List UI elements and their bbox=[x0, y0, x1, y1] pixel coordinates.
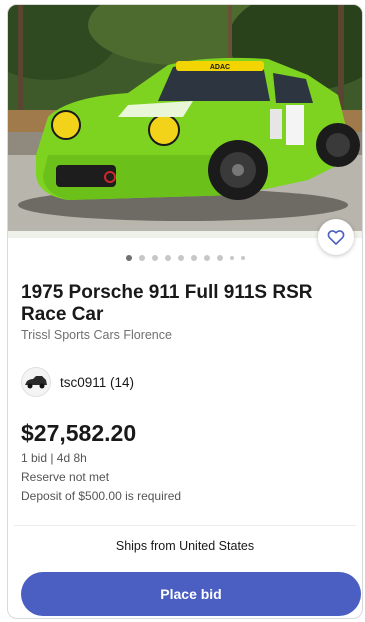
favorite-button[interactable] bbox=[318, 219, 354, 255]
image-dot[interactable] bbox=[164, 255, 171, 261]
seller-username[interactable]: tsc0911 (14) bbox=[60, 375, 134, 390]
reserve-status: Reserve not met bbox=[21, 470, 110, 484]
seller-avatar[interactable] bbox=[21, 367, 51, 397]
car-photo: ADAC bbox=[8, 5, 362, 238]
listing-card[interactable]: ADAC 1975 Porsche 911 Full 911S RSR Race… bbox=[7, 4, 363, 619]
image-dot[interactable] bbox=[138, 255, 145, 261]
store-name[interactable]: Trissl Sports Cars Florence bbox=[21, 328, 172, 342]
shipping-origin: Ships from United States bbox=[14, 525, 356, 566]
current-price: $27,582.20 bbox=[21, 420, 137, 446]
listing-photo[interactable]: ADAC bbox=[8, 5, 362, 238]
place-bid-button[interactable]: Place bid bbox=[21, 572, 361, 616]
image-dot[interactable] bbox=[203, 255, 210, 261]
image-dot-active[interactable] bbox=[125, 255, 132, 261]
image-dot[interactable] bbox=[229, 256, 234, 260]
image-pagination bbox=[8, 255, 362, 261]
seller-info[interactable]: tsc0911 (14) bbox=[21, 367, 134, 397]
image-dot[interactable] bbox=[216, 255, 223, 261]
listing-title[interactable]: 1975 Porsche 911 Full 911S RSR Race Car bbox=[21, 282, 321, 326]
bid-count-time-left: 1 bid | 4d 8h bbox=[21, 451, 87, 465]
heart-outline-icon bbox=[327, 230, 345, 245]
image-dot[interactable] bbox=[190, 255, 197, 261]
image-dot[interactable] bbox=[240, 256, 245, 260]
car-thumbnail-icon bbox=[25, 376, 47, 389]
image-dot[interactable] bbox=[151, 255, 158, 261]
car-banner-text: ADAC bbox=[210, 64, 230, 71]
image-dot[interactable] bbox=[177, 255, 184, 261]
deposit-notice: Deposit of $500.00 is required bbox=[21, 489, 182, 503]
